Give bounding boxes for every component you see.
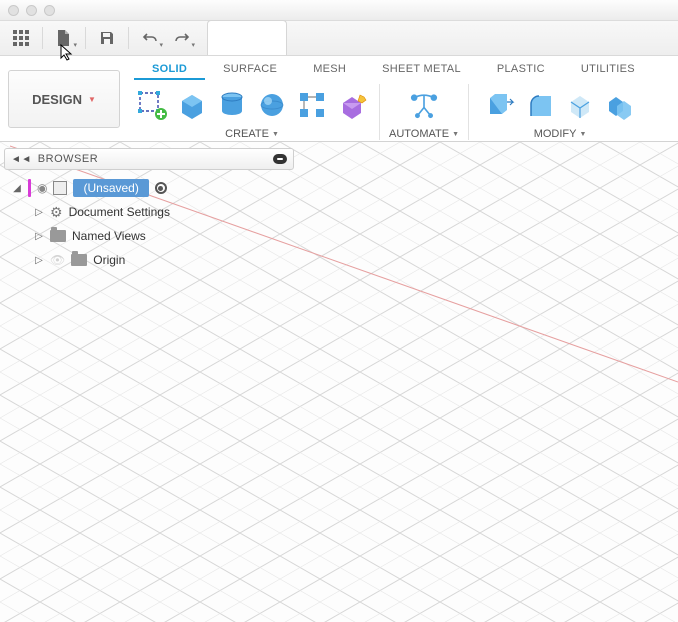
window-titlebar [0,0,678,21]
ribbon: DESIGN ▼ SOLID SURFACE MESH SHEET METAL … [0,56,678,142]
document-tab[interactable] [207,20,287,55]
browser-title: BROWSER [38,153,98,165]
data-panel-button[interactable] [6,24,36,52]
group-label-create: CREATE [225,128,269,140]
ribbon-group-automate: AUTOMATE▼ [383,80,465,140]
tree-root-label: (Unsaved) [73,179,148,197]
tree-row-origin[interactable]: ▷ 👁 Origin [4,248,294,272]
fillet-button[interactable] [522,87,558,123]
activate-radio[interactable] [155,182,167,194]
visibility-icon[interactable]: ◉ [37,181,47,195]
tree-label: Origin [93,253,125,267]
caret-right-icon[interactable]: ▷ [34,231,44,242]
collapse-icon[interactable]: ◄◄ [11,154,32,165]
tab-mesh[interactable]: MESH [295,59,364,80]
chevron-down-icon: ▼ [88,95,96,104]
component-icon [53,181,67,195]
chevron-down-icon: ▼ [272,131,279,138]
chevron-down-icon: ▼ [452,131,459,138]
caret-right-icon[interactable]: ▷ [34,255,44,266]
tab-plastic[interactable]: PLASTIC [479,59,563,80]
combine-button[interactable] [602,87,638,123]
quick-access-toolbar: ▾ ▾ ▾ [0,21,678,56]
create-pattern-button[interactable] [294,87,330,123]
ribbon-group-modify: MODIFY▼ [476,80,644,140]
undo-button[interactable]: ▾ [135,24,165,52]
tab-utilities[interactable]: UTILITIES [563,59,653,80]
group-label-modify: MODIFY [534,128,577,140]
folder-icon [71,254,87,266]
redo-button[interactable]: ▾ [167,24,197,52]
press-pull-button[interactable] [482,87,518,123]
visibility-hidden-icon[interactable]: 👁 [50,253,65,267]
group-label-automate: AUTOMATE [389,128,449,140]
tree-label: Named Views [72,229,146,243]
tab-surface[interactable]: SURFACE [205,59,295,80]
ribbon-group-create: CREATE▼ [128,80,376,140]
folder-icon [50,230,66,242]
create-sketch-button[interactable] [134,87,170,123]
close-window-dot[interactable] [8,5,19,16]
workspace-tabs: SOLID SURFACE MESH SHEET METAL PLASTIC U… [128,56,678,80]
browser-tree: ◢ ◉ (Unsaved) ▷ ⚙ Document Settings ▷ Na… [4,176,294,272]
browser-header[interactable]: ◄◄ BROWSER [4,148,294,170]
tab-sheetmetal[interactable]: SHEET METAL [364,59,479,80]
activate-marker-icon [28,179,31,197]
tree-row-document-settings[interactable]: ▷ ⚙ Document Settings [4,200,294,224]
create-cylinder-button[interactable] [214,87,250,123]
tree-row-named-views[interactable]: ▷ Named Views [4,224,294,248]
shell-button[interactable] [562,87,598,123]
workspace-switcher-button[interactable]: DESIGN ▼ [8,70,120,128]
workspace-label: DESIGN [32,92,82,107]
chevron-down-icon: ▼ [579,131,586,138]
caret-down-icon[interactable]: ◢ [12,183,22,194]
tree-root-row[interactable]: ◢ ◉ (Unsaved) [4,176,294,200]
caret-right-icon[interactable]: ▷ [34,207,44,218]
zoom-window-dot[interactable] [44,5,55,16]
minimize-window-dot[interactable] [26,5,37,16]
save-button[interactable] [92,24,122,52]
tree-label: Document Settings [69,205,170,219]
file-menu-button[interactable]: ▾ [49,24,79,52]
tab-solid[interactable]: SOLID [134,59,205,80]
browser-options-button[interactable] [273,154,287,164]
create-box-button[interactable] [174,87,210,123]
automate-button[interactable] [406,87,442,123]
browser-panel: ◄◄ BROWSER ◢ ◉ (Unsaved) ▷ ⚙ Document Se… [4,148,294,272]
create-form-button[interactable] [334,87,370,123]
gear-icon: ⚙ [50,204,63,221]
create-sphere-button[interactable] [254,87,290,123]
